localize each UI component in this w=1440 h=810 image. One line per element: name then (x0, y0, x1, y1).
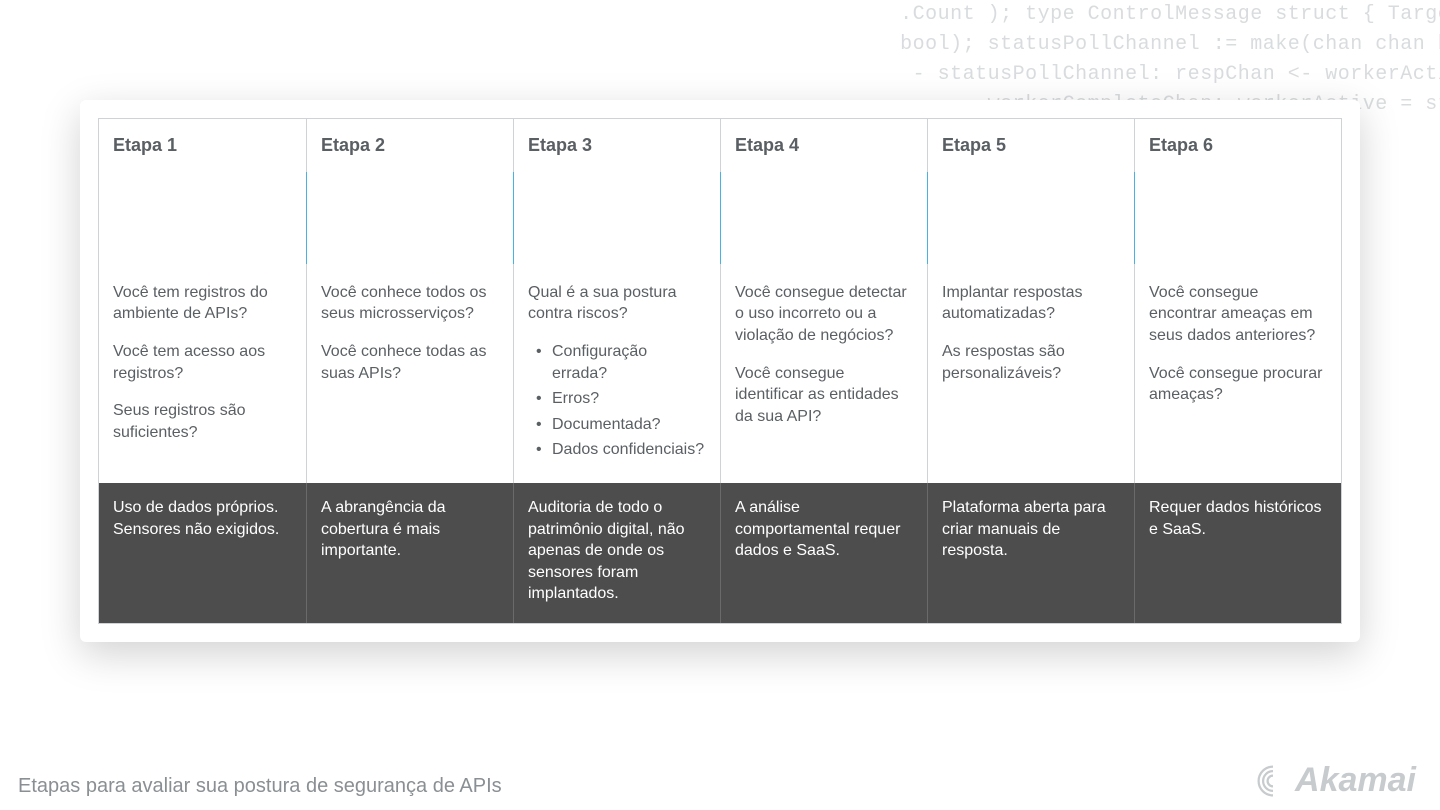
question: Você consegue encontrar ameaças em seus … (1149, 282, 1327, 347)
question: Seus registros são suficientes? (113, 400, 292, 443)
binoculars-icon (319, 198, 359, 238)
step-header: Investigação e busca por ameaças (1134, 172, 1341, 264)
step-label: Etapa 6 (1134, 119, 1341, 172)
step-label: Etapa 1 (99, 119, 306, 172)
step-label: Etapa 5 (927, 119, 1134, 172)
search-icon (1147, 198, 1187, 238)
step-title: Detecção de APIs (371, 197, 501, 240)
question: Você tem acesso aos registros? (113, 341, 292, 384)
step-body: Você consegue detectar o uso incorreto o… (720, 264, 927, 483)
step-title: Resposta (992, 207, 1069, 228)
figure-caption: Etapas para avaliar sua postura de segur… (18, 775, 502, 798)
steps-card: Etapa 1 Etapa 2 Etapa 3 Etapa 4 Etapa 5 … (80, 100, 1360, 642)
step-footer: Requer dados históricos e SaaS. (1134, 483, 1341, 623)
bullet: Documentada? (534, 414, 706, 436)
step-body: Implantar respostas automatizadas? As re… (927, 264, 1134, 483)
step-header: Acesso aos registros (99, 172, 306, 264)
step-header: Detecção de APIs (306, 172, 513, 264)
step-header: Detecção de comportamento (720, 172, 927, 264)
step-header: Resposta (927, 172, 1134, 264)
question: Você conhece todas as suas APIs? (321, 341, 499, 384)
question: Você consegue procurar ameaças? (1149, 363, 1327, 406)
step-body: Você tem registros do ambiente de APIs? … (99, 264, 306, 483)
logo-text: Akamai (1295, 761, 1416, 800)
bullet: Dados confidenciais? (534, 439, 706, 461)
step-body: Você conhece todos os seus microsserviço… (306, 264, 513, 483)
step-footer: Plataforma aberta para criar manuais de … (927, 483, 1134, 623)
question: Você consegue identificar as entidades d… (735, 363, 913, 428)
step-label: Etapa 4 (720, 119, 927, 172)
bullet-list: Configuração errada? Erros? Documentada?… (528, 341, 706, 461)
step-body: Qual é a sua postura contra riscos? Conf… (513, 264, 720, 483)
step-label: Etapa 2 (306, 119, 513, 172)
question: Você consegue detectar o uso incorreto o… (735, 282, 913, 347)
question: Você tem registros do ambiente de APIs? (113, 282, 292, 325)
step-title: Auditoria de riscos (578, 197, 708, 240)
question: Implantar respostas automatizadas? (942, 282, 1120, 325)
step-footer: Auditoria de todo o patrimônio digital, … (513, 483, 720, 623)
question: Você conhece todos os seus microsserviço… (321, 282, 499, 325)
audit-icon: vs (526, 198, 566, 238)
svg-text:vs: vs (542, 201, 550, 210)
akamai-logo: Akamai (1255, 761, 1416, 800)
steps-grid: Etapa 1 Etapa 2 Etapa 3 Etapa 4 Etapa 5 … (98, 118, 1342, 624)
step-title: Acesso aos registros (163, 197, 294, 240)
question-intro: Qual é a sua postura contra riscos? (528, 282, 706, 325)
bullet: Configuração errada? (534, 341, 706, 384)
step-title: Detecção de comportamento (785, 197, 915, 240)
behavior-icon (733, 198, 773, 238)
step-footer: A abrangência da cobertura é mais import… (306, 483, 513, 623)
step-footer: A análise comportamental requer dados e … (720, 483, 927, 623)
bullet: Erros? (534, 388, 706, 410)
document-icon (111, 198, 151, 238)
question: As respostas são personalizáveis? (942, 341, 1120, 384)
alarm-icon (940, 198, 980, 238)
step-footer: Uso de dados próprios. Sensores não exig… (99, 483, 306, 623)
step-title: Investigação e busca por ameaças (1199, 186, 1329, 250)
step-body: Você consegue encontrar ameaças em seus … (1134, 264, 1341, 483)
step-header: vs Auditoria de riscos (513, 172, 720, 264)
step-label: Etapa 3 (513, 119, 720, 172)
